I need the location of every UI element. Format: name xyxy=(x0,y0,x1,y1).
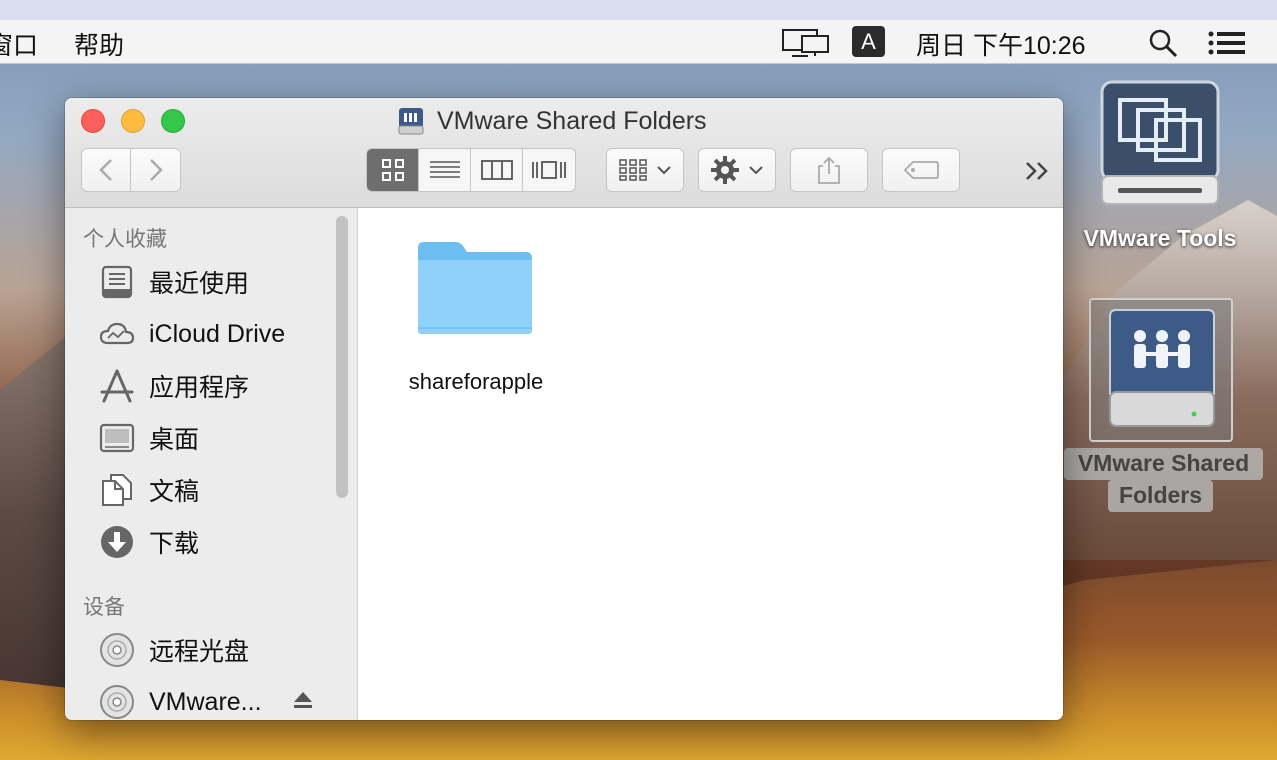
list-lines-icon xyxy=(429,161,460,178)
sidebar-item-label: 桌面 xyxy=(149,426,200,454)
sidebar-item-label: 下载 xyxy=(149,530,200,558)
icon-view-button[interactable] xyxy=(367,149,419,191)
shared-folders-drive-icon[interactable] xyxy=(1104,308,1220,432)
sidebar-item-documents[interactable]: 文稿 xyxy=(99,470,199,510)
sidebar-item-label: 应用程序 xyxy=(149,374,250,402)
menu-window[interactable]: 窗口 xyxy=(0,26,38,62)
columns-icon xyxy=(480,160,513,180)
sidebar-item-remote-disc[interactable]: 远程光盘 xyxy=(99,630,249,670)
icloud-icon xyxy=(99,322,135,345)
list-view-button[interactable] xyxy=(419,149,471,191)
sidebar-item-label: 文稿 xyxy=(149,478,200,506)
grid-icon xyxy=(381,159,404,181)
sidebar-heading-devices: 设备 xyxy=(83,596,125,619)
chevron-left-icon xyxy=(99,159,112,181)
menubar-clock[interactable]: 周日 下午10:26 xyxy=(916,26,1086,62)
forward-button[interactable] xyxy=(130,148,181,192)
downloads-icon xyxy=(101,526,133,558)
back-button[interactable] xyxy=(81,148,131,192)
chevron-right-icon xyxy=(149,159,163,181)
documents-icon xyxy=(102,474,132,506)
chevron-down-icon xyxy=(657,166,671,175)
window-title: VMware Shared Folders xyxy=(397,105,707,137)
shared-folders-label-line1: VMware Shared xyxy=(1077,450,1250,476)
cover-flow-icon xyxy=(532,161,566,179)
recents-icon xyxy=(101,265,133,299)
disc-icon xyxy=(100,685,134,719)
spotlight-search-icon[interactable] xyxy=(1148,28,1178,58)
input-source-badge[interactable]: A xyxy=(852,26,885,57)
sidebar-item-vmware-device[interactable]: VMware... xyxy=(99,682,262,720)
sidebar-heading-favorites: 个人收藏 xyxy=(83,228,167,251)
vmware-tools-label: VMware Tools xyxy=(1083,225,1237,251)
minimize-button[interactable] xyxy=(121,109,145,133)
sidebar: 个人收藏 最近使用 iCloud Drive 应用程序 桌面 文稿 下载 设备 … xyxy=(65,208,358,720)
shared-folders-label-line2: Folders xyxy=(1118,482,1203,508)
folder-icon xyxy=(418,242,532,334)
sidebar-item-desktop[interactable]: 桌面 xyxy=(99,418,199,458)
share-icon xyxy=(818,156,840,184)
sidebar-item-label: 最近使用 xyxy=(149,270,250,298)
close-button[interactable] xyxy=(81,109,105,133)
gear-icon xyxy=(711,156,739,184)
sidebar-item-icloud-drive[interactable]: iCloud Drive xyxy=(99,314,285,354)
zoom-button[interactable] xyxy=(161,109,185,133)
folder-label: shareforapple xyxy=(408,369,544,394)
sidebar-item-downloads[interactable]: 下载 xyxy=(99,522,199,562)
column-view-button[interactable] xyxy=(471,149,523,191)
vmware-tools-drive-icon[interactable] xyxy=(1098,80,1222,208)
applications-icon xyxy=(100,369,134,403)
disc-icon xyxy=(100,633,134,667)
view-mode-segment xyxy=(366,148,576,192)
menu-help[interactable]: 帮助 xyxy=(74,26,124,62)
sidebar-scrollbar[interactable] xyxy=(336,216,348,498)
chevron-down-icon xyxy=(749,166,763,175)
top-strip xyxy=(0,0,1277,20)
arrange-grid-icon xyxy=(619,159,647,181)
sidebar-item-label: VMware... xyxy=(149,687,262,716)
shared-drive-title-icon xyxy=(398,108,424,135)
share-button[interactable] xyxy=(790,148,868,192)
arrange-button[interactable] xyxy=(606,148,684,192)
sidebar-item-label: iCloud Drive xyxy=(149,319,286,348)
tag-button[interactable] xyxy=(882,148,960,192)
menubar: 窗口 帮助 A 周日 下午10:26 xyxy=(0,20,1277,64)
airplay-display-icon[interactable] xyxy=(782,28,830,58)
window-title-text: VMware Shared Folders xyxy=(437,106,707,135)
sidebar-item-applications[interactable]: 应用程序 xyxy=(99,366,249,406)
toolbar-overflow-icon[interactable] xyxy=(1023,156,1053,186)
action-button[interactable] xyxy=(698,148,776,192)
gallery-view-button[interactable] xyxy=(523,149,575,191)
sidebar-item-label: 远程光盘 xyxy=(149,638,250,666)
finder-window: VMware Shared Folders 个人收藏 最近使用 iCloud D… xyxy=(65,98,1063,720)
notification-center-icon[interactable] xyxy=(1208,30,1246,56)
file-browser-content: shareforapple xyxy=(358,208,1063,720)
desktop-icon xyxy=(99,423,135,453)
window-titlebar[interactable]: VMware Shared Folders xyxy=(65,98,1063,208)
sidebar-item-recents[interactable]: 最近使用 xyxy=(99,262,249,302)
tag-icon xyxy=(903,161,939,179)
eject-icon[interactable] xyxy=(293,691,313,709)
